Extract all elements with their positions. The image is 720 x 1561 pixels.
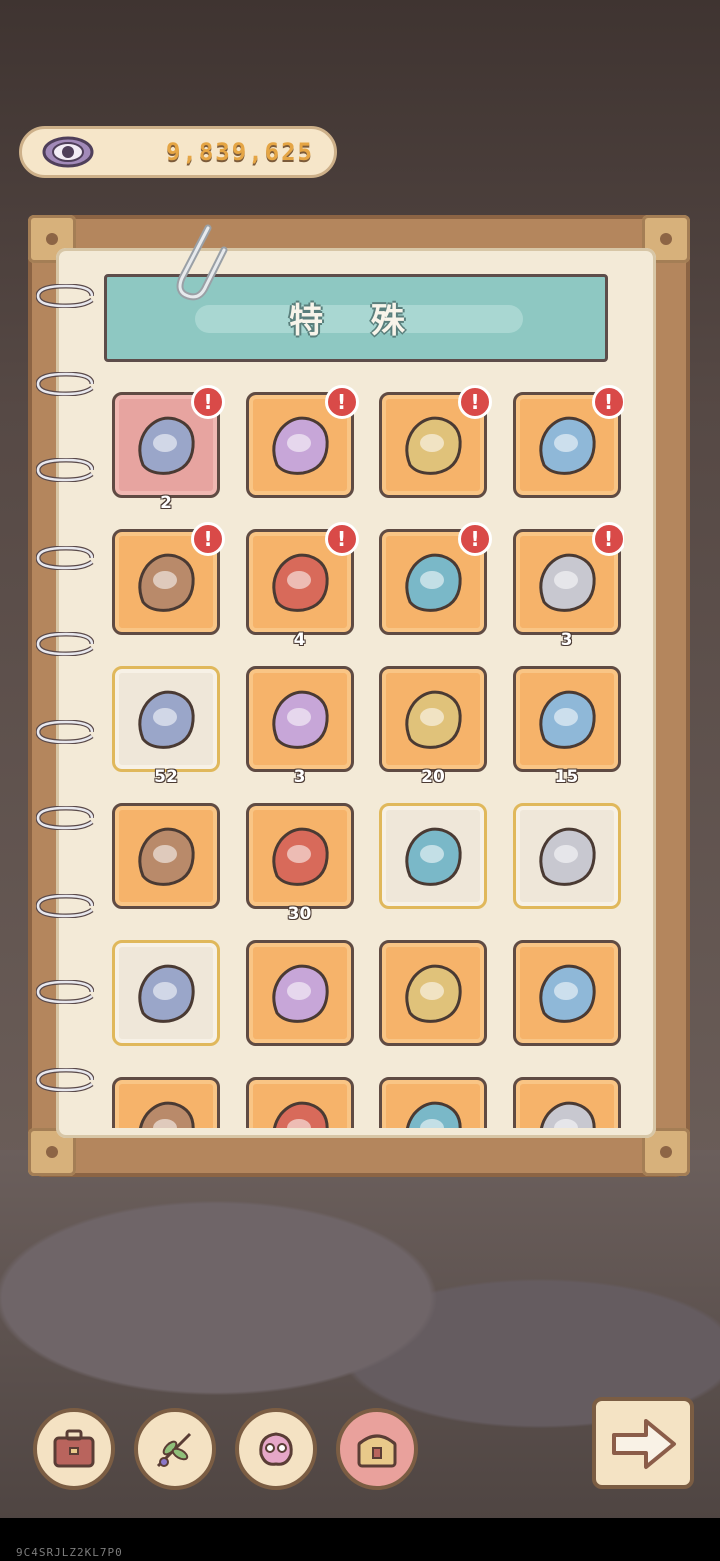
item-grid: ! 2!!!!! 4!! 3 52 3 20 15 30: [104, 380, 624, 1128]
currency-value: 9,839,625: [165, 138, 314, 166]
alert-badge-icon: !: [191, 522, 225, 556]
beetle-icon: [539, 1101, 596, 1128]
item-count: 20: [421, 767, 445, 787]
binder-ring-icon: [36, 894, 94, 918]
nav-treasure-button[interactable]: [336, 1408, 418, 1490]
gift-box-icon: [271, 416, 329, 475]
item-slot[interactable]: [112, 940, 220, 1046]
arrow-right-icon: [612, 1419, 676, 1469]
alert-badge-icon: !: [324, 385, 359, 419]
paper-clip-icon: [176, 224, 228, 301]
alert-badge-icon: !: [324, 522, 359, 556]
binder-ring-icon: [36, 632, 94, 656]
item-slot[interactable]: !: [245, 385, 359, 498]
binder-ring-icon: [36, 980, 94, 1004]
item-count: 52: [154, 767, 178, 787]
alert-badge-icon: !: [458, 522, 492, 556]
item-count: 15: [554, 767, 579, 787]
binder-ring-icon: [36, 720, 94, 744]
item-slot[interactable]: 15: [512, 666, 621, 787]
item-slot[interactable]: ! 4: [245, 522, 359, 650]
nav-creature-button[interactable]: [235, 1408, 317, 1490]
item-slot[interactable]: !: [512, 385, 624, 498]
item-slot[interactable]: 30: [245, 803, 354, 924]
map-icon: [138, 964, 195, 1023]
ornate-pouch-icon: [538, 416, 596, 475]
bracer-icon: [405, 690, 462, 749]
specimen-jar-icon: [405, 553, 462, 612]
flame-mask-icon: [271, 690, 329, 749]
treasure-chest-icon: [405, 416, 462, 475]
stone-tablets-icon: [271, 964, 329, 1023]
footer-code: 9C4SRJLZ2KL7P0: [16, 1546, 123, 1559]
newspaper-icon: [405, 827, 462, 886]
stone-ruin-icon: [272, 1101, 329, 1128]
item-slot[interactable]: [512, 940, 621, 1046]
metal-parts-icon: [405, 964, 462, 1023]
item-count: 3: [293, 767, 306, 787]
briefcase-icon: [53, 1429, 95, 1468]
item-slot[interactable]: [112, 803, 220, 909]
item-count: 30: [287, 904, 312, 924]
item-slot[interactable]: [512, 803, 621, 909]
item-slot[interactable]: [112, 1077, 220, 1128]
item-slot[interactable]: 3: [245, 666, 354, 787]
alert-badge-icon: !: [191, 385, 225, 419]
binder-ring-icon: [36, 546, 94, 570]
creature-icon: [259, 1432, 293, 1466]
item-count: 2: [160, 493, 172, 513]
currency-bar: 9,839,625: [19, 126, 337, 178]
item-slot[interactable]: ! 3: [512, 522, 624, 650]
nav-briefcase-button[interactable]: [33, 1408, 115, 1490]
dice-block-icon: [139, 1101, 195, 1128]
eye-icon: [42, 136, 94, 168]
tabloid-icon: [538, 827, 596, 886]
fossil-stone-icon: [538, 553, 596, 612]
driftwood-icon: [271, 827, 329, 886]
item-slot[interactable]: [245, 1077, 354, 1128]
crystal-icon: [538, 690, 596, 749]
alert-badge-icon: !: [458, 385, 492, 419]
binder-ring-icon: [36, 284, 94, 308]
spray-can-icon: [538, 964, 596, 1023]
item-slot[interactable]: [245, 940, 354, 1046]
treasure-box-icon: [357, 1434, 397, 1468]
item-slot[interactable]: [379, 1077, 487, 1128]
item-slot[interactable]: [512, 1077, 621, 1128]
item-slot[interactable]: ! 2: [112, 385, 225, 513]
item-slot[interactable]: !: [379, 385, 492, 498]
binder-ring-icon: [36, 1068, 94, 1092]
binder-ring-icon: [36, 372, 94, 396]
item-slot[interactable]: [379, 803, 487, 909]
root-icon: [138, 827, 195, 886]
spotted-leaf-icon: [406, 1101, 462, 1128]
item-slot[interactable]: !: [379, 522, 492, 635]
item-slot[interactable]: !: [112, 522, 225, 635]
next-page-button[interactable]: [592, 1397, 694, 1489]
alert-badge-icon: !: [591, 522, 624, 556]
binder-ring-icon: [36, 458, 94, 482]
item-count: 4: [293, 630, 306, 650]
chest-level-2-icon: [271, 553, 329, 612]
item-slot[interactable]: 52: [112, 666, 220, 787]
item-slot[interactable]: 20: [379, 666, 487, 787]
item-slot[interactable]: [379, 940, 487, 1046]
alert-badge-icon: !: [591, 385, 624, 419]
nav-herb-button[interactable]: [134, 1408, 216, 1490]
poop-icon: [138, 690, 195, 749]
binder-ring-icon: [36, 806, 94, 830]
item-count: 3: [560, 630, 573, 650]
herb-branch-icon: [156, 1432, 192, 1468]
chest-level-1-icon: [138, 553, 195, 612]
gem-pouch-icon: [138, 416, 195, 475]
